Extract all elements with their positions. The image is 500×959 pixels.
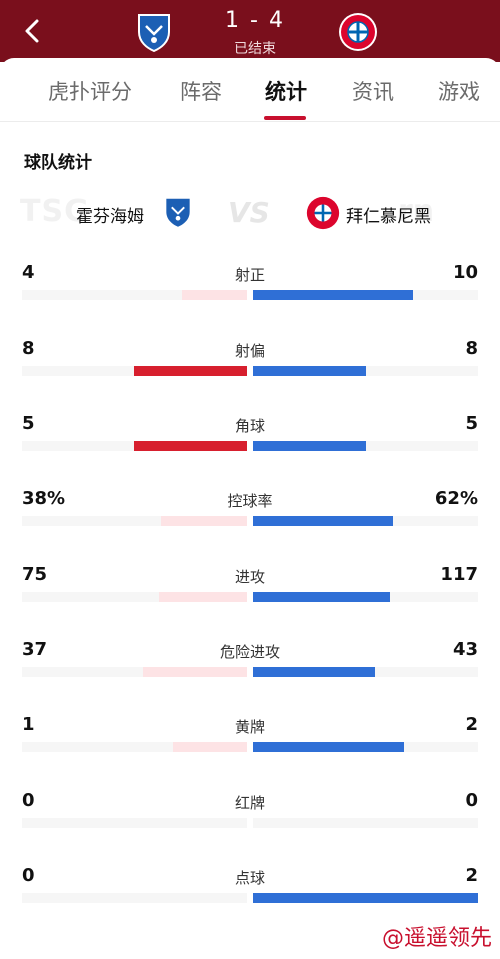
away-bar: [253, 742, 404, 752]
stat-row-shots-off-target: 8 射偏 8: [0, 338, 500, 408]
bayern-crest-icon[interactable]: [338, 12, 378, 52]
stat-label: 射正: [234, 266, 265, 284]
home-value: 0: [22, 790, 35, 811]
stat-row-dangerous-attacks: 37 危险进攻 43: [0, 639, 500, 709]
hoffenheim-crest-icon: [164, 196, 192, 228]
away-team-name: 拜仁慕尼黑: [346, 207, 431, 227]
away-bar-track: [253, 818, 478, 828]
bayern-crest-icon: [306, 196, 340, 230]
away-value: 8: [465, 338, 478, 359]
stat-label: 红牌: [234, 794, 265, 812]
chevron-left-icon: [25, 19, 39, 43]
away-value: 62%: [434, 488, 478, 509]
tab-stats[interactable]: 统计: [265, 76, 307, 106]
home-value: 1: [22, 714, 35, 735]
match-status: 已结束: [234, 41, 276, 57]
away-bar-track: [253, 366, 478, 376]
watermark: @遥遥领先: [381, 926, 492, 951]
home-bar-track: [22, 592, 247, 602]
stat-row-red-cards: 0 红牌 0: [0, 790, 500, 860]
home-bar: [161, 516, 247, 526]
home-team-name: 霍芬海姆: [76, 207, 144, 227]
active-tab-indicator: [264, 116, 306, 120]
stat-row-attacks: 75 进攻 117: [0, 564, 500, 634]
away-value: 43: [452, 639, 478, 660]
away-value: 10: [452, 262, 478, 283]
away-bar-track: [253, 893, 478, 903]
home-bar-track: [22, 441, 247, 451]
home-value: 37: [22, 639, 48, 660]
away-value: 2: [465, 714, 478, 735]
home-value: 0: [22, 865, 35, 886]
stat-label: 点球: [234, 869, 265, 887]
home-value: 75: [22, 564, 48, 585]
tab-games[interactable]: 游戏: [438, 76, 480, 106]
away-bar: [253, 516, 393, 526]
away-value: 5: [465, 413, 478, 434]
away-bar-track: [253, 592, 478, 602]
stat-label: 射偏: [234, 342, 265, 360]
stat-row-yellow-cards: 1 黄牌 2: [0, 714, 500, 784]
away-bar-track: [253, 516, 478, 526]
home-bar-track: [22, 818, 247, 828]
away-bar-track: [253, 742, 478, 752]
away-bar-track: [253, 290, 478, 300]
match-header: 1 - 4 已结束: [0, 0, 500, 62]
hoffenheim-crest-icon[interactable]: [136, 12, 172, 53]
away-bar: [253, 290, 413, 300]
stat-label: 进攻: [234, 568, 265, 586]
home-bar-track: [22, 366, 247, 376]
home-value: 8: [22, 338, 35, 359]
away-value: 2: [465, 865, 478, 886]
stat-row-shots-on-target: 4 射正 10: [0, 262, 500, 332]
tab-lineup[interactable]: 阵容: [180, 76, 222, 106]
home-bar-track: [22, 516, 247, 526]
stat-row-possession: 38% 控球率 62%: [0, 488, 500, 558]
stat-label: 角球: [234, 417, 265, 435]
tab-ratings[interactable]: 虎扑评分: [48, 76, 132, 106]
home-bar: [143, 667, 247, 677]
home-bar: [159, 592, 247, 602]
stat-label: 危险进攻: [219, 643, 280, 661]
away-bar: [253, 366, 366, 376]
section-title: 球队统计: [24, 153, 92, 173]
away-bar: [253, 441, 366, 451]
home-value: 5: [22, 413, 35, 434]
away-bar-track: [253, 441, 478, 451]
vs-label: VS: [228, 196, 270, 229]
back-button[interactable]: [18, 16, 48, 46]
tab-bar: 虎扑评分 阵容 统计 资讯 游戏: [0, 58, 500, 122]
home-value: 38%: [22, 488, 66, 509]
home-bar: [134, 441, 247, 451]
divider: [0, 121, 500, 122]
away-bar: [253, 592, 390, 602]
away-bar: [253, 667, 375, 677]
home-bar: [182, 290, 247, 300]
home-value: 4: [22, 262, 35, 283]
away-value: 117: [440, 564, 478, 585]
home-bar-track: [22, 742, 247, 752]
home-bar: [134, 366, 247, 376]
home-bar: [173, 742, 247, 752]
stat-row-corners: 5 角球 5: [0, 413, 500, 483]
home-bar-track: [22, 893, 247, 903]
away-bar-track: [253, 667, 478, 677]
home-bar-track: [22, 667, 247, 677]
tab-news[interactable]: 资讯: [352, 76, 394, 106]
home-bar-track: [22, 290, 247, 300]
match-score: 1 - 4: [225, 8, 285, 33]
stat-label: 黄牌: [234, 718, 265, 736]
stat-label: 控球率: [227, 492, 273, 510]
away-bar: [253, 893, 478, 903]
teams-vs-row: TSG rn 霍芬海姆 VS 拜仁慕尼黑: [0, 188, 500, 238]
away-value: 0: [465, 790, 478, 811]
